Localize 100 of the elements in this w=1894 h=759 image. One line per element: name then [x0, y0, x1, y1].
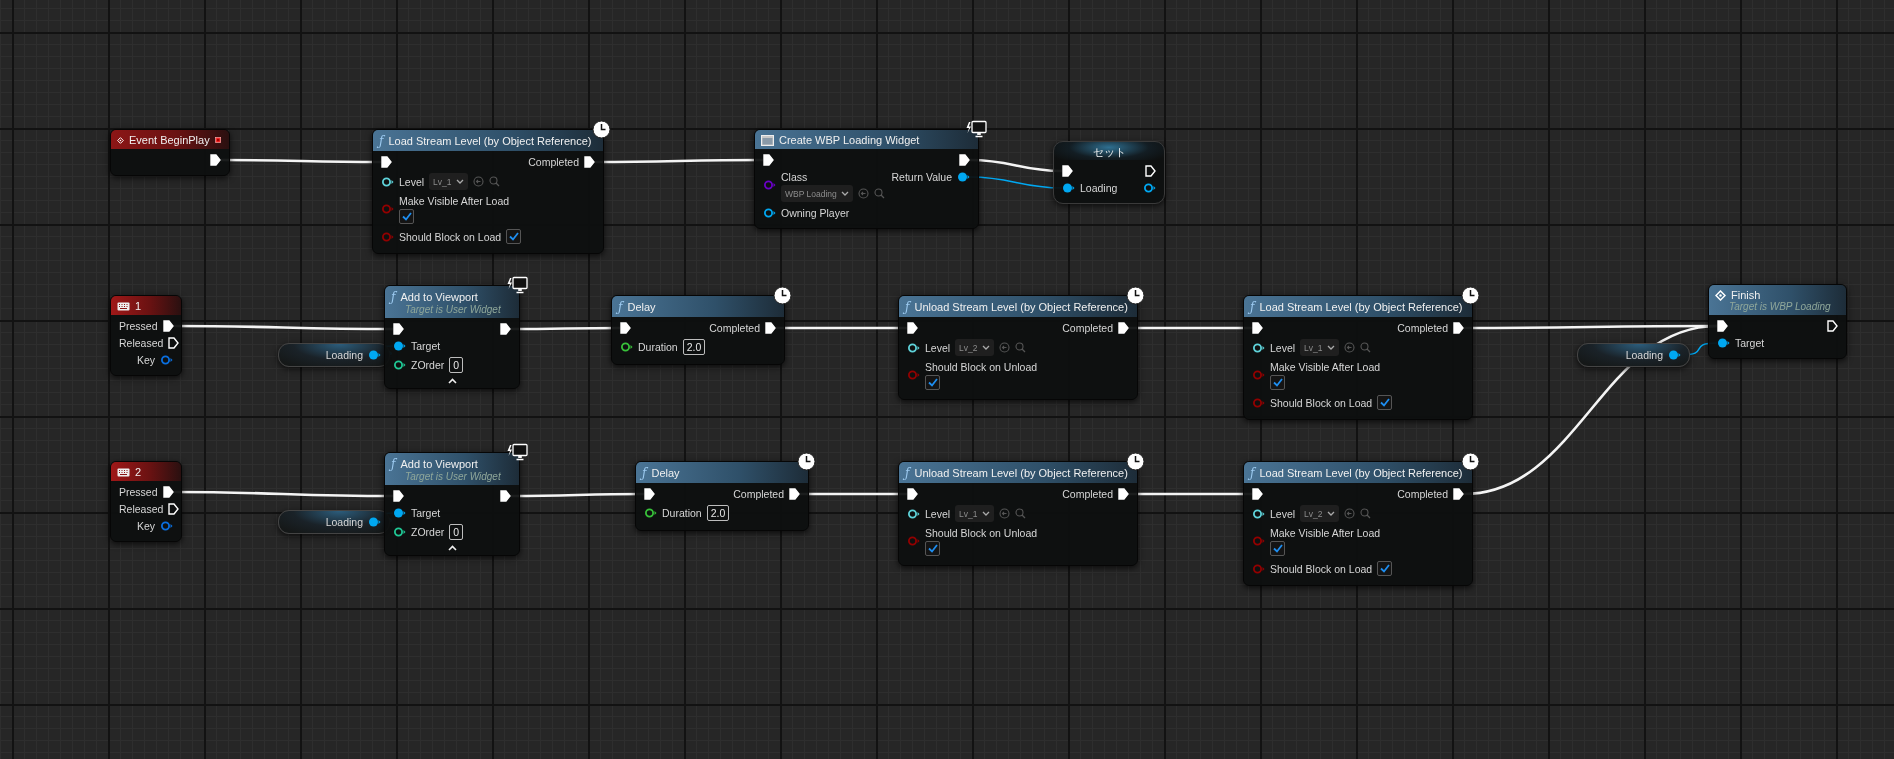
exec-pin-icon[interactable] — [393, 490, 404, 502]
class-dropdown[interactable]: WBP Loading — [781, 185, 853, 202]
data-pin-icon[interactable] — [907, 341, 920, 354]
delegate-pin-icon[interactable] — [214, 135, 221, 145]
exec-pin-icon[interactable] — [1453, 322, 1464, 334]
exec-pin-icon[interactable] — [907, 322, 918, 334]
data-pin-icon[interactable] — [957, 171, 970, 183]
exec-pin-icon[interactable] — [500, 323, 511, 335]
exec-pin-icon[interactable] — [584, 156, 595, 168]
data-pin-icon[interactable] — [1668, 349, 1681, 361]
data-pin-icon[interactable] — [393, 340, 406, 352]
number-field[interactable]: 2.0 — [706, 505, 730, 521]
checkbox[interactable] — [399, 209, 414, 224]
data-pin-icon[interactable] — [393, 359, 406, 371]
chevron-up-icon[interactable] — [447, 545, 457, 551]
search-icon[interactable] — [1359, 508, 1371, 519]
exec-pin-icon[interactable] — [644, 488, 655, 500]
data-pin-icon[interactable] — [368, 516, 381, 528]
blueprint-node[interactable]: ƒ Unload Stream Level (by Object Reference) Completed Level Lv_2 Should Block on Unload — [898, 295, 1138, 400]
arrow-left-circle-icon[interactable] — [857, 188, 869, 199]
data-pin-icon[interactable] — [1252, 507, 1265, 520]
blueprint-node[interactable]: Event BeginPlay — [110, 129, 230, 176]
blueprint-node[interactable]: ƒ Load Stream Level (by Object Reference) Completed Level Lv_1 Make Visible After Load Should Block on Load — [1243, 295, 1473, 420]
number-field[interactable]: 2.0 — [682, 339, 706, 355]
arrow-left-circle-icon[interactable] — [998, 508, 1010, 519]
exec-pin-icon[interactable] — [907, 488, 918, 500]
exec-pin-icon[interactable] — [1118, 488, 1129, 500]
chevron-up-icon[interactable] — [447, 378, 457, 384]
exec-pin-icon[interactable] — [1062, 165, 1073, 177]
exec-pin-icon[interactable] — [162, 320, 174, 332]
arrow-left-circle-icon[interactable] — [1343, 342, 1355, 353]
checkbox[interactable] — [1377, 561, 1393, 576]
level-dropdown[interactable]: Lv_2 — [955, 339, 994, 356]
search-icon[interactable] — [1014, 508, 1026, 519]
search-icon[interactable] — [873, 188, 885, 199]
pin-label: ZOrder — [411, 359, 445, 371]
data-pin-icon[interactable] — [644, 507, 657, 519]
arrow-left-circle-icon[interactable] — [998, 342, 1010, 353]
blueprint-node[interactable]: Finish Target is WBP Loading Target — [1708, 284, 1847, 359]
arrow-left-circle-icon[interactable] — [472, 176, 484, 187]
exec-pin-icon[interactable] — [168, 337, 180, 349]
blueprint-node[interactable]: ƒ Add to Viewport Target is User Widget Target ZOrder 0 — [384, 452, 520, 556]
search-icon[interactable] — [1359, 342, 1371, 353]
data-pin-icon[interactable] — [907, 507, 920, 520]
blueprint-node[interactable]: ƒ Load Stream Level (by Object Reference) Completed Level Lv_1 Make Visible After Load Should Block on Load — [372, 129, 604, 254]
exec-pin-icon[interactable] — [1252, 322, 1263, 334]
blueprint-node[interactable]: ƒ Delay Completed Duration 2.0 — [635, 461, 809, 531]
data-pin-icon[interactable] — [763, 207, 776, 219]
data-pin-icon[interactable] — [381, 175, 394, 188]
exec-pin-icon[interactable] — [1717, 320, 1728, 332]
checkbox[interactable] — [1270, 541, 1285, 556]
data-pin-icon[interactable] — [1252, 341, 1265, 354]
blueprint-node[interactable]: Create WBP Loading Widget Class WBP Loading Return Value Owning Player — [754, 129, 979, 229]
checkbox[interactable] — [925, 375, 940, 390]
checkbox[interactable] — [925, 541, 940, 556]
blueprint-node[interactable]: ƒ Delay Completed Duration 2.0 — [611, 295, 785, 365]
checkbox[interactable] — [1270, 375, 1285, 390]
search-icon[interactable] — [488, 176, 500, 187]
exec-pin-icon[interactable] — [500, 490, 511, 502]
data-pin-icon[interactable] — [393, 507, 406, 519]
exec-pin-icon[interactable] — [1453, 488, 1464, 500]
exec-pin-icon[interactable] — [763, 154, 774, 166]
checkbox[interactable] — [506, 229, 522, 244]
data-pin-icon[interactable] — [368, 349, 381, 361]
exec-pin-icon[interactable] — [381, 156, 392, 168]
data-pin-icon[interactable] — [1143, 182, 1156, 194]
exec-pin-icon[interactable] — [168, 503, 180, 515]
blueprint-node[interactable]: 2 Pressed Released Key — [110, 461, 182, 542]
blueprint-node[interactable]: 1 Pressed Released Key — [110, 295, 182, 376]
exec-pin-icon[interactable] — [1145, 165, 1156, 177]
number-field[interactable]: 0 — [449, 524, 464, 540]
arrow-left-circle-icon[interactable] — [1343, 508, 1355, 519]
data-pin-icon[interactable] — [620, 341, 633, 353]
data-pin-icon[interactable] — [1062, 182, 1075, 194]
chevron-down-icon — [840, 190, 849, 197]
blueprint-node[interactable]: ƒ Unload Stream Level (by Object Reference) Completed Level Lv_1 Should Block on Unload — [898, 461, 1138, 566]
exec-pin-icon[interactable] — [1118, 322, 1129, 334]
variable-node[interactable]: Loading — [1577, 343, 1690, 367]
level-dropdown[interactable]: Lv_1 — [955, 505, 994, 522]
exec-pin-icon[interactable] — [210, 154, 221, 166]
exec-pin-icon[interactable] — [393, 323, 404, 335]
level-dropdown[interactable]: Lv_1 — [429, 173, 468, 190]
blueprint-node[interactable]: ƒ Add to Viewport Target is User Widget Target ZOrder 0 — [384, 285, 520, 389]
search-icon[interactable] — [1014, 342, 1026, 353]
set-node[interactable]: セット Loading — [1053, 141, 1165, 204]
exec-pin-icon[interactable] — [765, 322, 776, 334]
checkbox[interactable] — [1377, 395, 1393, 410]
exec-pin-icon[interactable] — [162, 486, 174, 498]
function-symbol: ƒ — [642, 466, 647, 480]
exec-pin-icon[interactable] — [1827, 320, 1838, 332]
level-dropdown[interactable]: Lv_1 — [1300, 339, 1339, 356]
exec-pin-icon[interactable] — [789, 488, 800, 500]
blueprint-node[interactable]: ƒ Load Stream Level (by Object Reference) Completed Level Lv_2 Make Visible After Load Should Block on Load — [1243, 461, 1473, 586]
exec-pin-icon[interactable] — [620, 322, 631, 334]
data-pin-icon[interactable] — [393, 526, 406, 538]
level-dropdown[interactable]: Lv_2 — [1300, 505, 1339, 522]
data-pin-icon[interactable] — [1717, 337, 1730, 349]
exec-pin-icon[interactable] — [959, 154, 970, 166]
number-field[interactable]: 0 — [449, 357, 464, 373]
exec-pin-icon[interactable] — [1252, 488, 1263, 500]
